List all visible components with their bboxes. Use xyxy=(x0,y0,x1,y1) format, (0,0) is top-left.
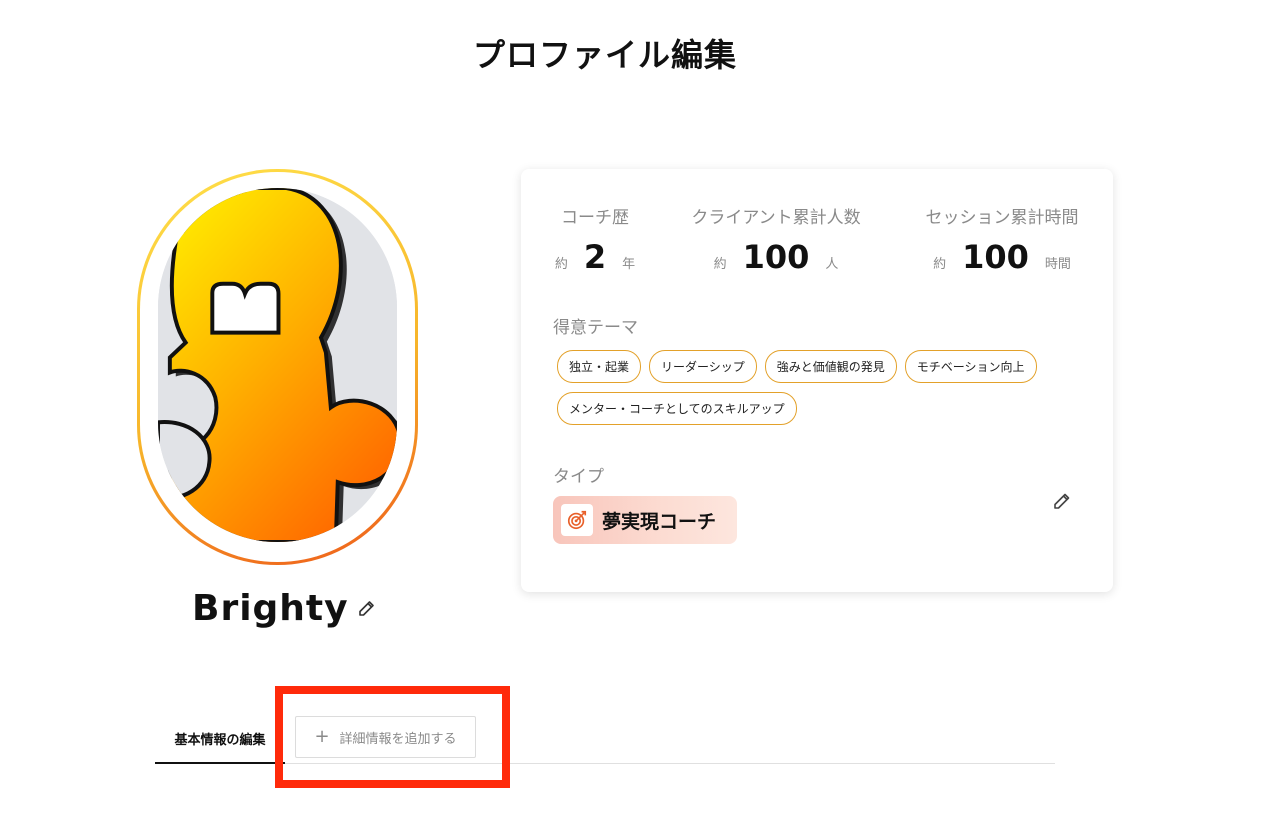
tab-basic-info[interactable]: 基本情報の編集 xyxy=(155,714,285,764)
theme-tags: 独立・起業 リーダーシップ 強みと価値観の発見 モチベーション向上 メンター・コ… xyxy=(557,350,1087,425)
edit-name-icon[interactable] xyxy=(357,598,377,618)
coach-type-badge: 夢実現コーチ xyxy=(553,496,737,544)
stat-value: 100 xyxy=(962,238,1029,276)
type-label: タイプ xyxy=(553,467,604,487)
puzzle-mascot-image xyxy=(158,188,397,542)
stat-value: 2 xyxy=(583,238,607,276)
stat-label: クライアント累計人数 xyxy=(691,208,861,228)
stat-unit: 年 xyxy=(622,257,636,272)
coach-summary-card: コーチ歴 約 2 年 クライアント累計人数 約 100 人 セッション累計時間 … xyxy=(521,169,1113,592)
theme-tag: モチベーション向上 xyxy=(904,350,1037,383)
theme-tag: リーダーシップ xyxy=(649,350,757,383)
page-title: プロファイル編集 xyxy=(472,36,737,74)
edit-card-icon[interactable] xyxy=(1051,490,1073,512)
stat-coach-years: コーチ歴 約 2 年 xyxy=(543,203,647,276)
profile-name: Brighty xyxy=(192,587,349,629)
stat-prefix: 約 xyxy=(554,257,568,272)
avatar[interactable] xyxy=(137,169,418,565)
target-icon xyxy=(561,504,593,536)
avatar-frame xyxy=(140,172,415,562)
stat-unit: 人 xyxy=(825,257,839,272)
add-detail-button[interactable]: + 詳細情報を追加する xyxy=(295,716,476,758)
stat-label: セッション累計時間 xyxy=(925,208,1079,228)
coach-type-value: 夢実現コーチ xyxy=(602,510,717,533)
stat-label: コーチ歴 xyxy=(561,208,629,228)
stat-prefix: 約 xyxy=(713,257,727,272)
stat-value: 100 xyxy=(742,238,810,276)
name-row: Brighty xyxy=(192,586,377,630)
stat-session-hours: セッション累計時間 約 100 時間 xyxy=(909,203,1095,276)
theme-tag: 強みと価値観の発見 xyxy=(764,350,897,383)
avatar-image xyxy=(158,188,397,542)
theme-tag: メンター・コーチとしてのスキルアップ xyxy=(557,392,797,425)
stat-unit: 時間 xyxy=(1044,257,1071,272)
add-detail-label: 詳細情報を追加する xyxy=(339,731,457,747)
profile-edit-page: プロファイル編集 Brighty コーチ歴 約 2 年 クライアント累計人数 約… xyxy=(0,0,1269,825)
plus-icon: + xyxy=(314,726,330,747)
themes-label: 得意テーマ xyxy=(553,318,638,338)
stat-prefix: 約 xyxy=(933,257,947,272)
profile-tabs: 基本情報の編集 + 詳細情報を追加する xyxy=(155,714,1055,764)
stat-clients: クライアント累計人数 約 100 人 xyxy=(681,203,871,276)
theme-tag: 独立・起業 xyxy=(557,350,642,383)
tab-basic-info-label: 基本情報の編集 xyxy=(174,732,266,748)
